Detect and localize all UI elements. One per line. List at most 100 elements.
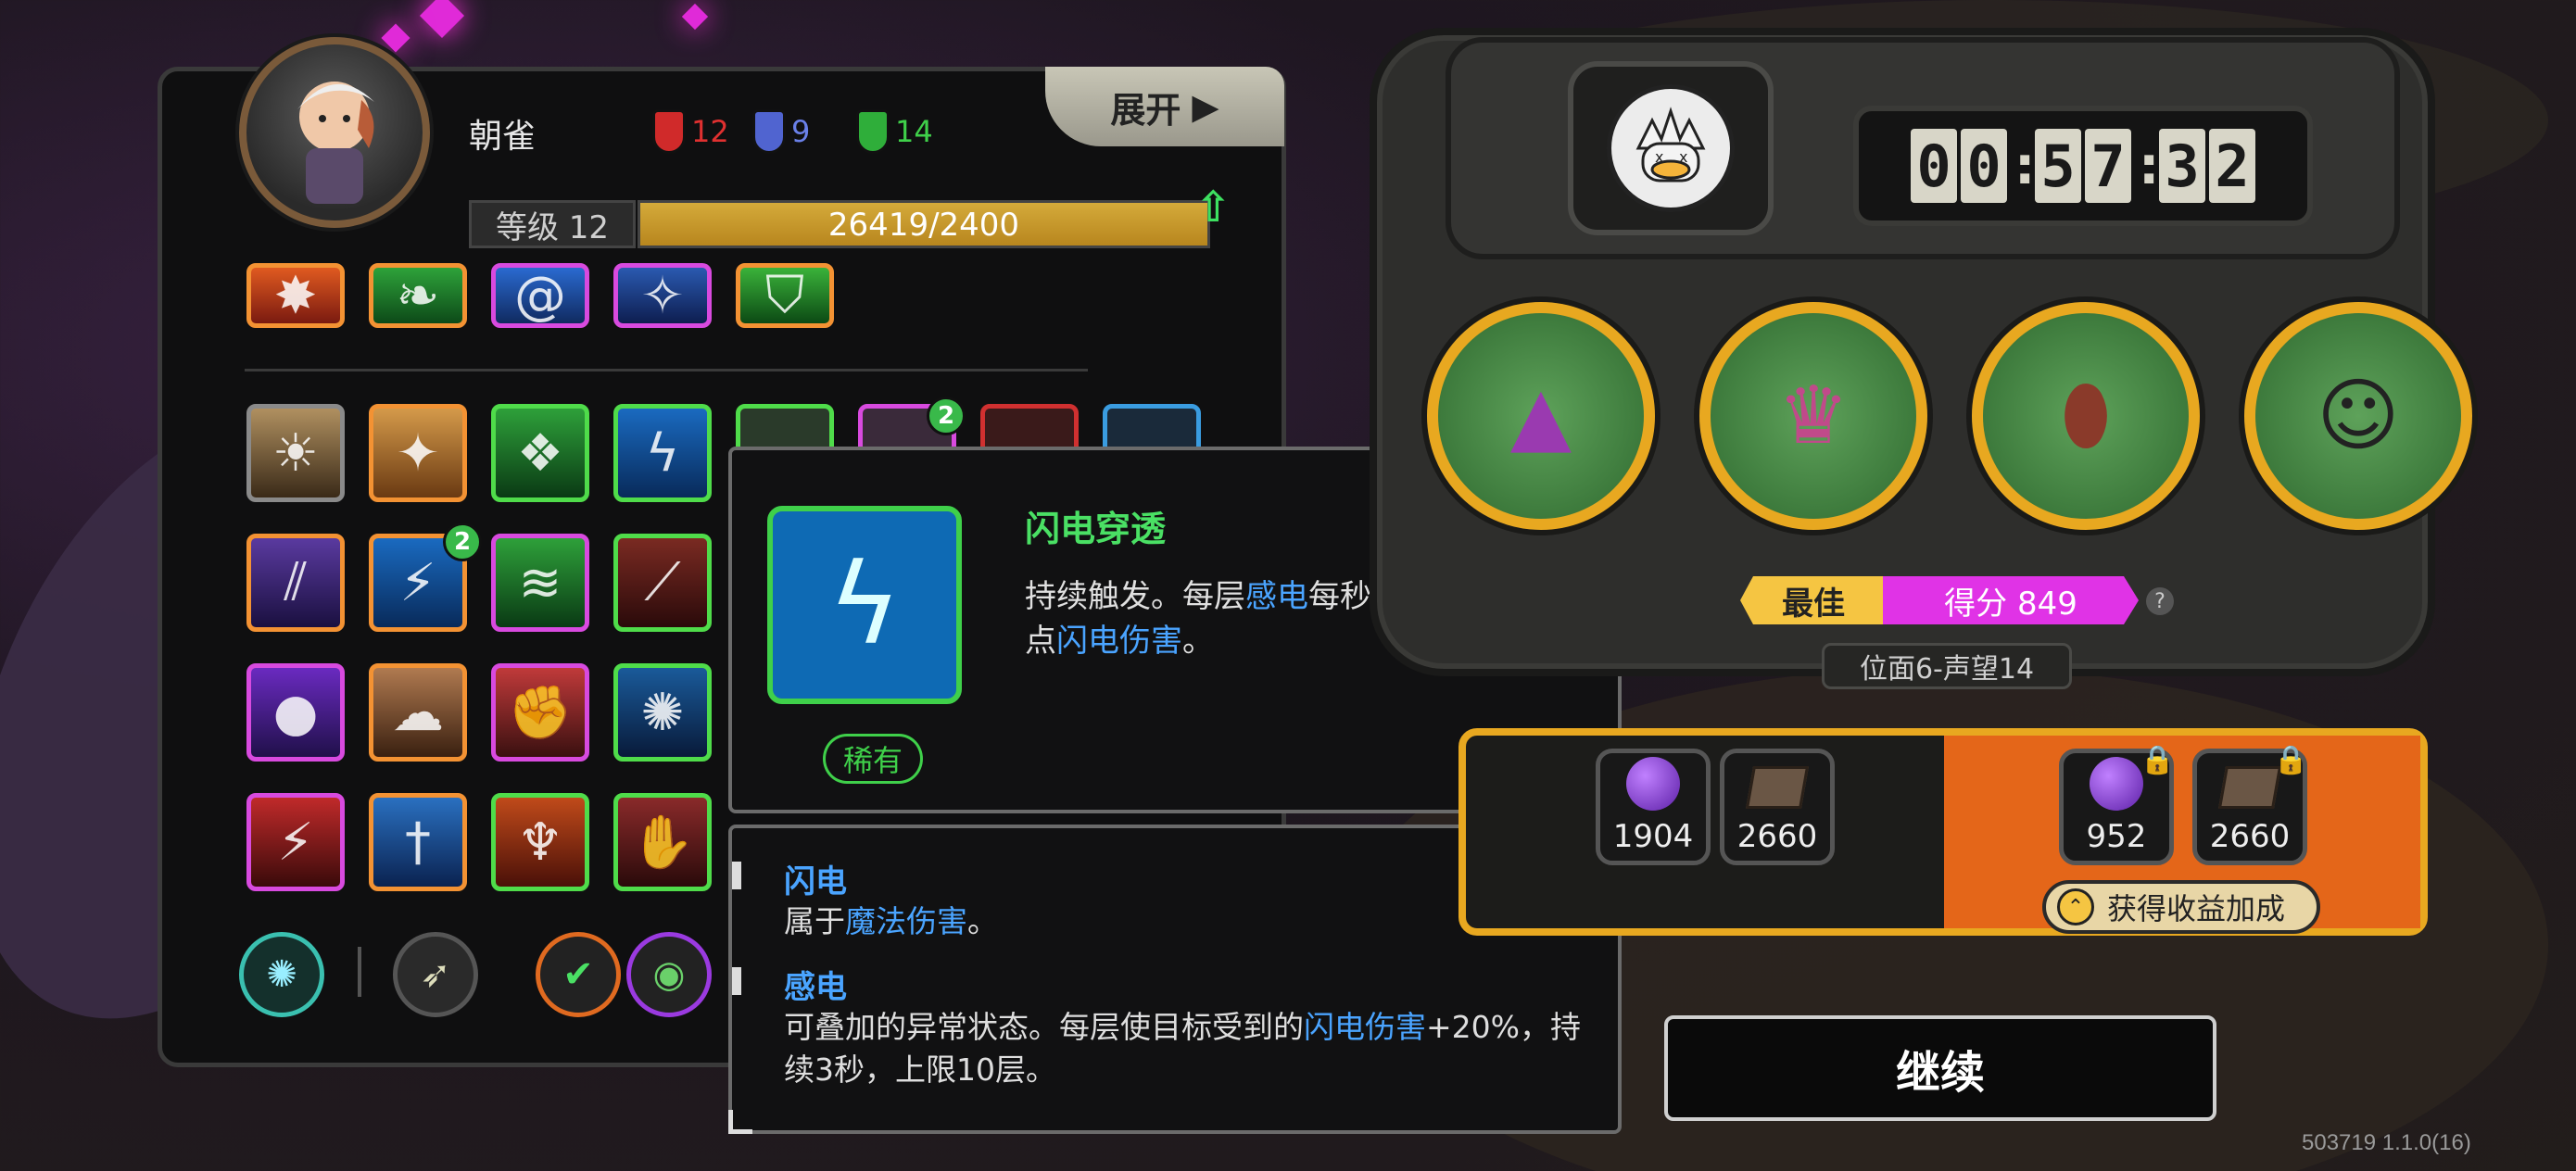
insect-boss-icon: ⬮ — [2060, 369, 2111, 461]
keyword-link[interactable]: 魔法伤害 — [845, 903, 967, 939]
leaf-icon: ❧ — [396, 265, 440, 326]
xp-text: 26419/2400 — [827, 207, 1020, 244]
red-resource: 12 — [652, 109, 729, 154]
desc-text: 持续触发。每层 — [1025, 578, 1245, 615]
spear-icon: ⟋ — [644, 552, 681, 612]
feather-icon[interactable]: ➶ — [393, 932, 478, 1017]
claw-slash-icon: ⫽ — [284, 552, 308, 612]
desc-text: 。 — [1182, 623, 1214, 660]
wind-icon: ≋ — [518, 552, 562, 613]
level-up-arrow-icon[interactable]: ⇧ — [1195, 182, 1231, 232]
timer-digit: 0 — [1961, 129, 2007, 203]
help-icon[interactable]: ? — [2146, 587, 2174, 615]
reward-value: 2660 — [2209, 818, 2291, 855]
shield-icon: ⛉ — [765, 265, 804, 325]
sun-icon: ☀ — [271, 422, 320, 484]
skill-slot[interactable]: ⫽ — [246, 534, 345, 632]
red-mask-icon — [652, 109, 686, 154]
reward-value: 952 — [2086, 818, 2147, 855]
keyword-description: 可叠加的异常状态。每层使目标受到的闪电伤害+20%，持续3秒，上限10层。 — [784, 1006, 1590, 1091]
desc-text: 属于 — [784, 903, 845, 939]
horned-monster-icon: ♛ — [1777, 370, 1850, 462]
boss-portrait[interactable]: ☺ — [2244, 302, 2472, 530]
swirl-icon: @ — [514, 265, 566, 326]
expand-button[interactable]: 展开 ▶ — [1045, 67, 1284, 146]
green-gem-icon[interactable]: ◉ — [626, 932, 712, 1017]
skill-slot[interactable]: ✦ — [369, 404, 467, 502]
bolt-icon: ⚡ — [277, 812, 314, 873]
green-resource: 14 — [856, 109, 933, 154]
xp-bar: 26419/2400 — [638, 200, 1210, 248]
skill-slot[interactable]: ✧ — [613, 263, 712, 328]
desc-text: 。 — [967, 903, 998, 939]
keyword-link[interactable]: 闪电伤害 — [1304, 1009, 1426, 1045]
keyword-marker — [732, 862, 741, 889]
skill-slot[interactable]: ⛉ — [736, 263, 834, 328]
boost-rewards-button[interactable]: ⌃ 获得收益加成 — [2042, 880, 2320, 934]
lightning-pierce-icon: ϟ — [645, 422, 680, 484]
keyword-title: 闪电 — [784, 863, 847, 900]
skill-slot[interactable]: ☀ — [246, 404, 345, 502]
reward-item[interactable]: 2660 — [1720, 749, 1835, 865]
afro-guy-icon: ☺ — [2317, 370, 2400, 462]
skill-slot[interactable]: ❧ — [369, 263, 467, 328]
blue-mask-icon — [752, 109, 786, 154]
score-value: 得分 849 — [1883, 576, 2139, 624]
boss-portrait[interactable]: ⬮ — [1972, 302, 2200, 530]
continue-button[interactable]: 继续 — [1664, 1015, 2216, 1121]
bonus-reward-item[interactable]: 2660 🔒 — [2192, 744, 2308, 865]
hero-name: 朝雀 — [469, 118, 537, 156]
boss-portrait[interactable]: ♛ — [1699, 302, 1927, 530]
skill-slot[interactable]: ≋ — [491, 534, 589, 632]
timer-digit: 7 — [2085, 129, 2131, 203]
skill-slot[interactable]: ⟋ — [613, 534, 712, 632]
rarity-badge: 稀有 — [823, 734, 923, 784]
skill-slot[interactable]: ● — [246, 663, 345, 762]
expand-label: 展开 — [1110, 89, 1181, 131]
skill-title: 闪电穿透 — [1025, 509, 1167, 549]
svg-text:x: x — [1655, 148, 1663, 166]
flame-blade-icon: ♆ — [516, 812, 564, 873]
stage-label: 位面6-声望14 — [1822, 643, 2072, 689]
boss-portrait[interactable]: ▲ — [1427, 302, 1655, 530]
dagger-icon: † — [405, 812, 431, 873]
skill-slot[interactable]: ♆ — [491, 793, 589, 891]
skill-slot[interactable]: † — [369, 793, 467, 891]
double-chevron-up-icon: ⌃ — [2057, 888, 2094, 925]
soul-orb-icon[interactable]: ✺ — [239, 932, 324, 1017]
lock-icon: 🔒 — [2273, 744, 2308, 776]
skill-slot[interactable]: @ — [491, 263, 589, 328]
crystal-icon: ✦ — [396, 422, 440, 484]
skills-divider — [245, 369, 1088, 371]
reward-item[interactable]: 1904 — [1596, 749, 1711, 865]
desc-text: 可叠加的异常状态。每层使目标受到的 — [784, 1009, 1304, 1045]
skill-slot[interactable]: ⚡ — [246, 793, 345, 891]
spark-icon: ✧ — [640, 265, 685, 326]
check-emblem-icon[interactable]: ✔ — [536, 932, 621, 1017]
green-mask-icon — [856, 109, 890, 154]
svg-text:x: x — [1679, 148, 1687, 166]
skill-slot[interactable]: ❖ — [491, 404, 589, 502]
skill-slot[interactable]: ✋ — [613, 793, 712, 891]
timer-digit: 5 — [2035, 129, 2081, 203]
skill-slot[interactable]: ϟ — [613, 404, 712, 502]
skill-slot[interactable]: ☁ — [369, 663, 467, 762]
spike-boss-icon: ▲ — [1509, 370, 1572, 462]
cloud-icon: ☁ — [392, 682, 444, 743]
timer-digit: 3 — [2159, 129, 2205, 203]
skill-slot[interactable]: ✺ — [613, 663, 712, 762]
hero-portrait[interactable] — [239, 37, 430, 228]
timer-separator: : — [2139, 135, 2160, 196]
duck-emblem: x x — [1568, 61, 1774, 235]
best-label: 最佳 — [1740, 576, 1887, 624]
timer-digit: 0 — [1911, 129, 1957, 203]
background-crystal — [681, 3, 709, 31]
level-label: 等级 12 — [469, 200, 636, 248]
keyword-link[interactable]: 感电 — [1245, 578, 1308, 615]
skill-stack-badge: 2 — [443, 523, 482, 561]
bonus-reward-item[interactable]: 952 🔒 — [2059, 744, 2175, 865]
keyword-link[interactable]: 闪电伤害 — [1056, 623, 1182, 660]
skill-slot[interactable]: ✸ — [246, 263, 345, 328]
skill-slot[interactable]: ✊ — [491, 663, 589, 762]
tooltip-corner — [728, 1110, 752, 1134]
